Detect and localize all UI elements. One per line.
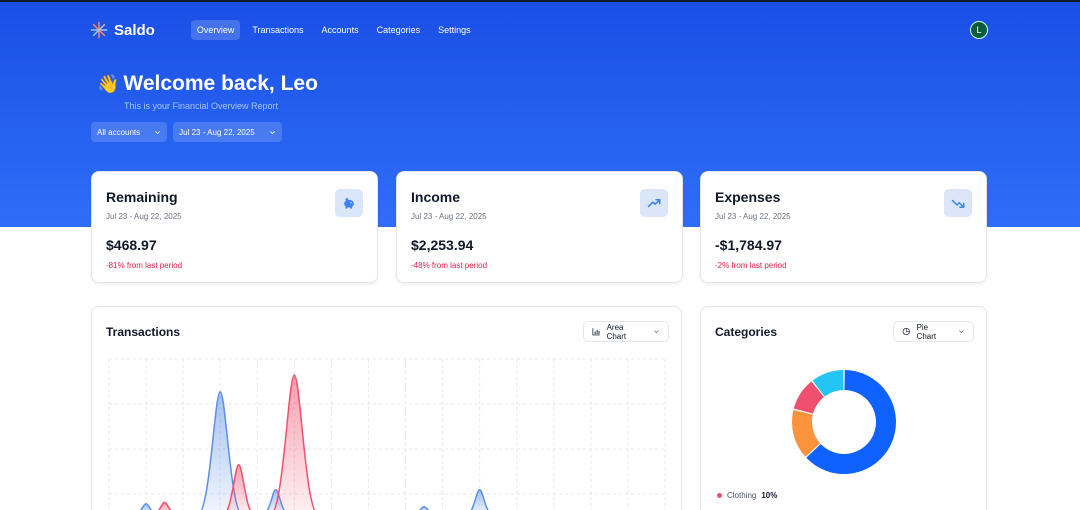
remaining-change: -81% from last period	[106, 261, 183, 270]
remaining-card: Remaining Jul 23 - Aug 22, 2025 $468.97 …	[91, 171, 378, 283]
page-title: Welcome back, Leo	[123, 72, 318, 95]
chevron-down-icon	[654, 330, 659, 334]
nav-item-categories[interactable]: Categories	[371, 20, 427, 40]
transactions-title: Transactions	[106, 325, 181, 339]
transactions-area-chart	[108, 358, 666, 510]
expenses-change: -2% from last period	[715, 261, 787, 270]
transactions-panel: Transactions Area Chart	[91, 306, 682, 510]
sparkle-logo-icon	[90, 21, 108, 39]
area-peak	[419, 505, 429, 510]
top-nav: Saldo Overview Transactions Accounts Cat…	[90, 18, 988, 42]
expenses-amount: -$1,784.97	[715, 237, 782, 253]
chart-type-label: Pie Chart	[916, 322, 937, 341]
chevron-down-icon	[155, 130, 161, 134]
expenses-card: Expenses Jul 23 - Aug 22, 2025 -$1,784.9…	[700, 171, 987, 283]
income-amount: $2,253.94	[411, 237, 474, 253]
legend-dot	[717, 493, 722, 498]
nav-item-transactions[interactable]: Transactions	[246, 20, 309, 40]
categories-chart-type-select[interactable]: Pie Chart	[893, 321, 974, 342]
account-select[interactable]: All accounts	[91, 122, 168, 142]
income-card: Income Jul 23 - Aug 22, 2025 $2,253.94 -…	[396, 171, 683, 283]
user-avatar[interactable]: L	[970, 21, 988, 39]
nav-item-overview[interactable]: Overview	[190, 20, 241, 40]
pie-chart-icon	[902, 327, 910, 336]
chevron-down-icon	[959, 330, 964, 334]
welcome-heading: 👋 Welcome back, Leo	[97, 72, 318, 96]
card-date-range: Jul 23 - Aug 22, 2025	[411, 212, 487, 221]
chevron-down-icon	[269, 130, 275, 134]
app-name: Saldo	[114, 21, 155, 39]
donut-slice	[812, 370, 845, 397]
nav-links: Overview Transactions Accounts Categorie…	[190, 20, 477, 40]
categories-donut-chart	[792, 370, 896, 474]
piggy-bank-icon	[335, 189, 363, 217]
card-title: Remaining	[106, 189, 178, 205]
card-title: Income	[411, 189, 461, 205]
legend-label: Clothing	[727, 491, 757, 500]
app-logo[interactable]: Saldo	[90, 21, 155, 39]
transactions-chart-type-select[interactable]: Area Chart	[583, 321, 669, 342]
donut-slice	[792, 409, 821, 457]
nav-item-accounts[interactable]: Accounts	[316, 20, 365, 40]
income-change: -48% from last period	[411, 261, 488, 270]
trending-down-icon	[944, 189, 972, 217]
card-title: Expenses	[715, 189, 781, 205]
bar-chart-icon	[592, 328, 600, 336]
date-range-value: Jul 23 - Aug 22, 2025	[179, 127, 255, 137]
page-subtitle: This is your Financial Overview Report	[124, 101, 279, 111]
categories-panel: Categories Pie Chart Clothing 10%	[700, 306, 987, 510]
donut-slice	[793, 381, 825, 415]
legend-percent: 10%	[761, 491, 778, 500]
chart-type-label: Area Chart	[606, 322, 627, 341]
waving-hand-icon: 👋	[97, 73, 120, 94]
trending-up-icon	[640, 189, 668, 217]
area-peak	[273, 374, 316, 510]
nav-item-settings[interactable]: Settings	[432, 20, 477, 40]
area-peak	[470, 489, 489, 510]
date-range-select[interactable]: Jul 23 - Aug 22, 2025	[173, 122, 282, 142]
account-select-value: All accounts	[97, 127, 141, 137]
area-peak	[140, 503, 153, 510]
area-peak	[158, 501, 172, 510]
categories-title: Categories	[715, 325, 778, 339]
filters-bar: All accounts Jul 23 - Aug 22, 2025	[91, 122, 282, 142]
card-date-range: Jul 23 - Aug 22, 2025	[715, 212, 791, 221]
card-date-range: Jul 23 - Aug 22, 2025	[106, 212, 182, 221]
remaining-amount: $468.97	[106, 237, 157, 253]
legend-item-clothing: Clothing 10%	[717, 491, 777, 500]
